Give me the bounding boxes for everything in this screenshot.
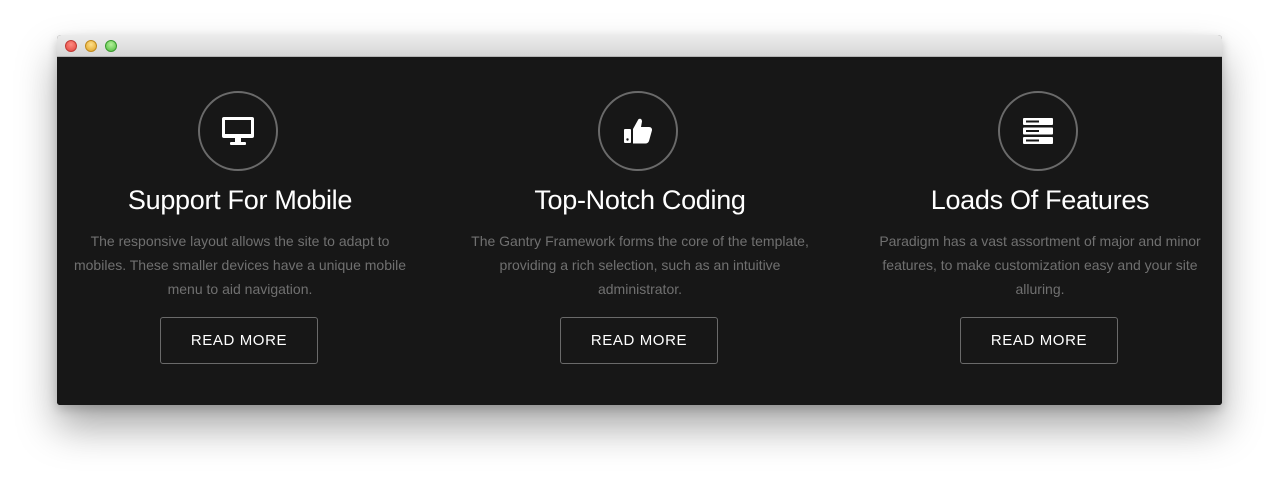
close-window-button[interactable] <box>65 40 77 52</box>
browser-window: Support For Mobile The responsive layout… <box>57 35 1222 405</box>
feature-title: Loads Of Features <box>930 185 1150 215</box>
desktop-icon <box>222 117 254 145</box>
thumbs-up-icon <box>624 118 653 144</box>
feature-description: The responsive layout allows the site to… <box>73 233 407 297</box>
read-more-button[interactable]: READ MORE <box>560 317 718 364</box>
feature-icon-circle <box>598 91 678 171</box>
feature-description: Paradigm has a vast assortment of major … <box>879 233 1201 297</box>
features-section: Support For Mobile The responsive layout… <box>57 57 1222 405</box>
server-icon <box>1023 118 1053 144</box>
feature-title: Top-Notch Coding <box>534 185 746 215</box>
feature-icon-circle <box>198 91 278 171</box>
window-titlebar <box>57 35 1222 57</box>
feature-icon-circle <box>998 91 1078 171</box>
feature-description: The Gantry Framework forms the core of t… <box>471 233 809 297</box>
maximize-window-button[interactable] <box>105 40 117 52</box>
feature-title: Support For Mobile <box>127 185 353 215</box>
read-more-button[interactable]: READ MORE <box>160 317 318 364</box>
minimize-window-button[interactable] <box>85 40 97 52</box>
read-more-button[interactable]: READ MORE <box>960 317 1118 364</box>
